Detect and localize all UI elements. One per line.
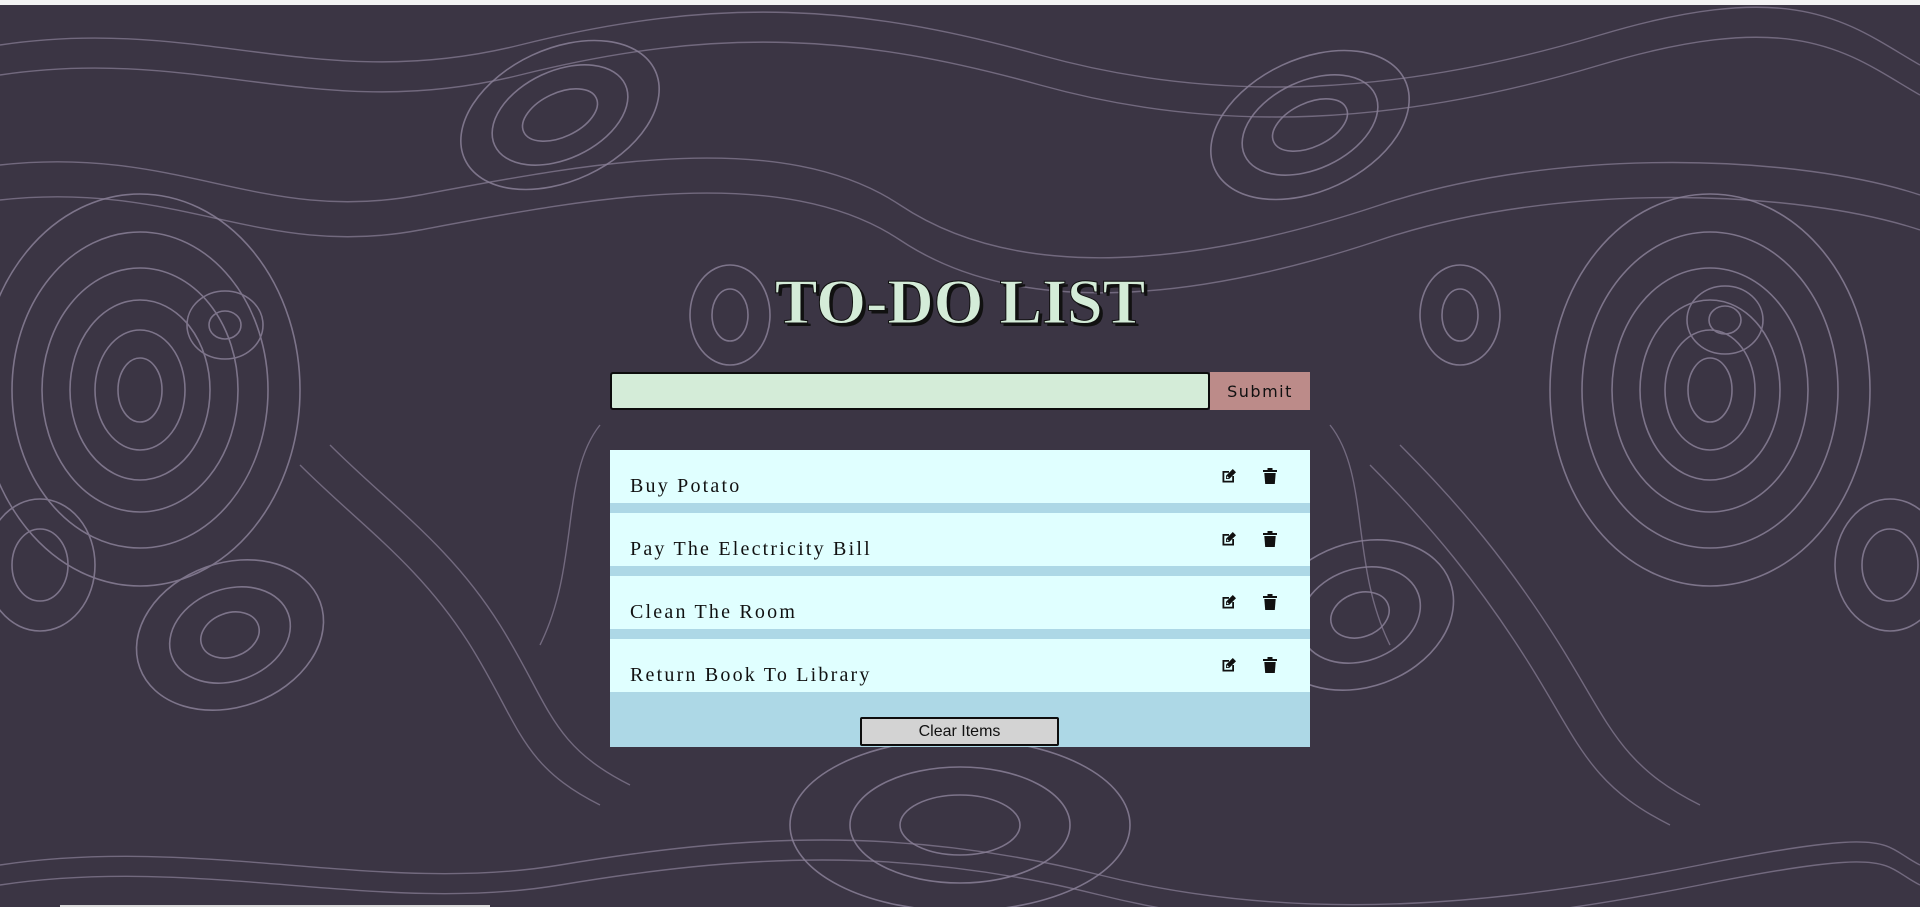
edit-icon[interactable] xyxy=(1219,529,1239,549)
page-title: TO-DO LIST xyxy=(774,266,1146,338)
todo-item: Clean The Room xyxy=(610,576,1310,629)
todo-item-text: Clean The Room xyxy=(630,601,798,623)
todo-item: Return Book To Library xyxy=(610,639,1310,692)
todo-input[interactable] xyxy=(610,372,1210,410)
todo-list-panel: Buy Potato Pay The Electricity Bill Clea… xyxy=(610,450,1310,747)
todo-item-text: Return Book To Library xyxy=(630,664,872,686)
trash-icon[interactable] xyxy=(1260,466,1280,486)
todo-item: Buy Potato xyxy=(610,450,1310,503)
trash-icon[interactable] xyxy=(1260,529,1280,549)
todo-item-text: Pay The Electricity Bill xyxy=(630,538,872,560)
clear-items-button[interactable]: Clear Items xyxy=(860,717,1059,746)
trash-icon[interactable] xyxy=(1260,655,1280,675)
todo-item-text: Buy Potato xyxy=(630,475,742,497)
submit-button[interactable]: Submit xyxy=(1210,372,1310,410)
edit-icon[interactable] xyxy=(1219,592,1239,612)
edit-icon[interactable] xyxy=(1219,655,1239,675)
todo-item: Pay The Electricity Bill xyxy=(610,513,1310,566)
add-todo-form: Submit xyxy=(610,372,1310,410)
trash-icon[interactable] xyxy=(1260,592,1280,612)
edit-icon[interactable] xyxy=(1219,466,1239,486)
